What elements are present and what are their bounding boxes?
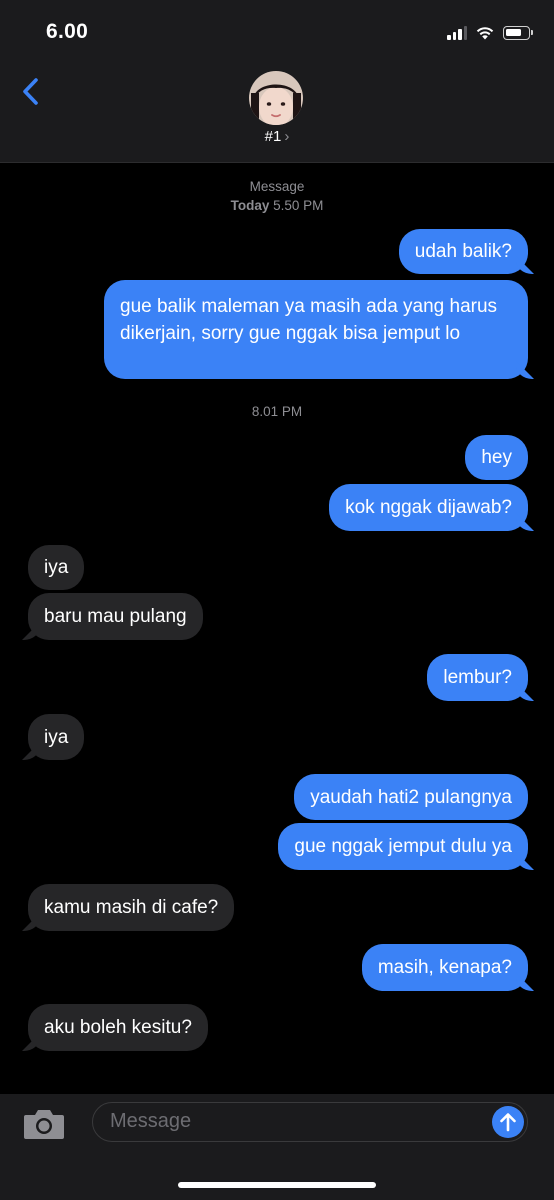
separator-timestamp: 8.01 PM (251, 404, 303, 419)
thread-day: Today (230, 198, 270, 213)
thread-time: 5.50 PM (273, 198, 324, 213)
outgoing-message[interactable]: lembur? (427, 654, 528, 701)
chevron-left-icon (23, 78, 38, 105)
message-thread[interactable]: Message Today 5.50 PM udah balik? gue ba… (0, 164, 554, 1094)
outgoing-message[interactable]: gue nggak jemput dulu ya (278, 823, 528, 870)
contact-name-button[interactable]: #1 › (0, 128, 554, 145)
home-indicator[interactable] (178, 1182, 376, 1188)
wifi-icon (476, 27, 494, 40)
incoming-message[interactable]: iya (28, 714, 85, 760)
outgoing-message[interactable]: yaudah hati2 pulangnya (294, 774, 528, 820)
message-input[interactable] (110, 1103, 480, 1140)
incoming-message[interactable]: iya (28, 545, 85, 590)
outgoing-message[interactable]: hey (465, 435, 528, 480)
messages-screen: 6.00 #1 › Message Today 5.50 PM udah bal… (0, 0, 554, 1200)
incoming-message[interactable]: baru mau pulang (28, 593, 203, 640)
arrow-up-icon (500, 1113, 516, 1132)
outgoing-message[interactable]: gue balik maleman ya masih ada yang haru… (104, 280, 528, 379)
status-icons (447, 22, 533, 44)
chevron-right-icon: › (284, 128, 290, 145)
battery-icon (503, 26, 533, 40)
camera-button[interactable] (22, 1108, 66, 1139)
thread-service-label: Message (249, 179, 305, 194)
outgoing-message[interactable]: kok nggak dijawab? (329, 484, 528, 531)
header: 6.00 #1 › (0, 0, 554, 163)
back-button[interactable] (18, 74, 48, 110)
contact-name: #1 (264, 128, 282, 145)
camera-icon (24, 1110, 64, 1139)
send-button[interactable] (492, 1106, 524, 1138)
cellular-signal-icon (447, 26, 467, 40)
incoming-message[interactable]: aku boleh kesitu? (28, 1004, 208, 1051)
incoming-message[interactable]: kamu masih di cafe? (28, 884, 235, 931)
thread-timestamp: Today 5.50 PM (0, 198, 554, 213)
outgoing-message[interactable]: masih, kenapa? (361, 944, 528, 991)
composer-bar (0, 1094, 554, 1200)
contact-avatar[interactable] (249, 71, 303, 125)
status-time: 6.00 (46, 20, 89, 43)
message-input-container (92, 1102, 528, 1142)
outgoing-message[interactable]: udah balik? (398, 229, 528, 274)
